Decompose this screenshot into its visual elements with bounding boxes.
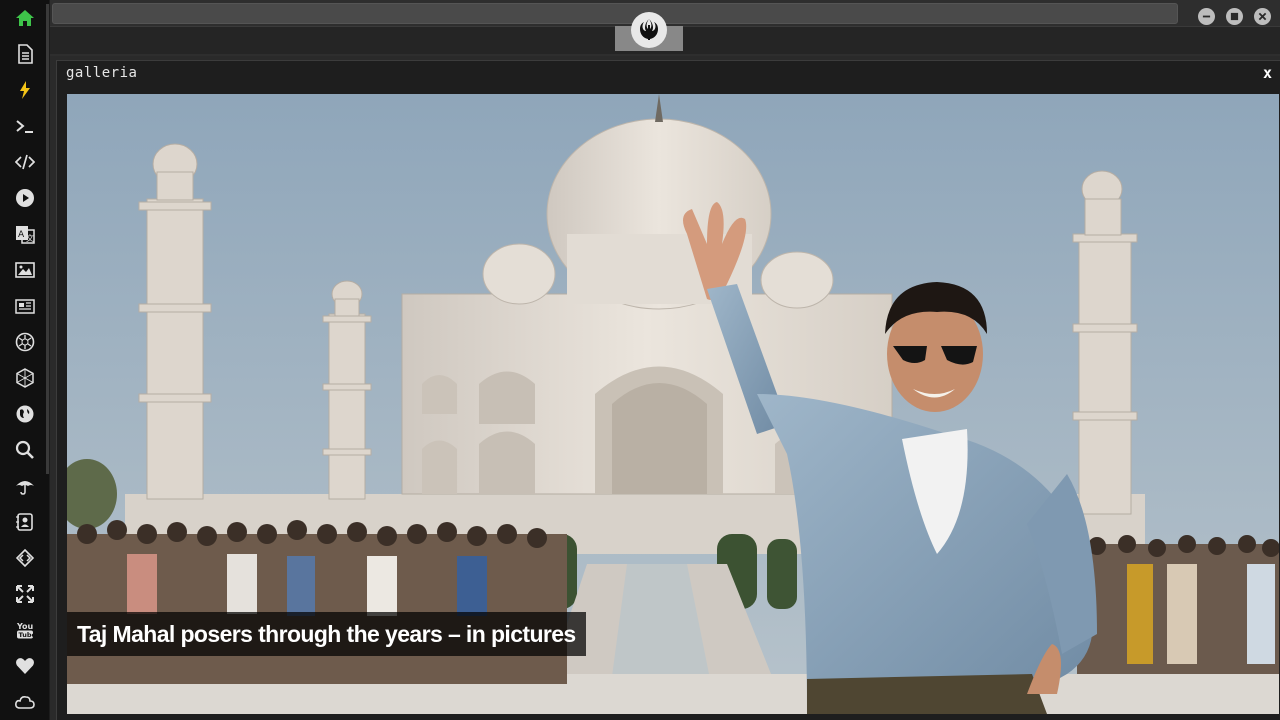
top-bar	[50, 0, 1280, 56]
expand-icon	[16, 585, 34, 603]
sidebar-item-search[interactable]	[13, 438, 37, 462]
sidebar-item-youtube[interactable]: You Tube	[13, 618, 37, 642]
caption-text: Taj Mahal posers through the years – in …	[77, 620, 576, 647]
svg-text:Tube: Tube	[19, 631, 36, 639]
maximize-button[interactable]	[1226, 8, 1243, 25]
sidebar-scrollbar[interactable]	[46, 4, 49, 474]
translate-icon: A文	[16, 226, 35, 244]
search-icon	[15, 440, 34, 459]
sidebar-item-image[interactable]	[13, 258, 37, 282]
image-icon	[15, 262, 35, 278]
hexagon-icon	[16, 368, 34, 388]
rebel-alliance-logo-icon	[631, 12, 667, 48]
terminal-icon	[16, 120, 33, 133]
sidebar-item-lightning[interactable]	[13, 78, 37, 102]
umbrella-icon	[16, 481, 34, 495]
sidebar-item-code[interactable]	[13, 150, 37, 174]
sidebar-item-newspaper[interactable]	[13, 294, 37, 318]
cloud-icon	[15, 696, 35, 709]
globe-icon	[16, 405, 34, 423]
newspaper-icon	[15, 299, 35, 314]
sidebar-item-hexagon[interactable]	[13, 366, 37, 390]
lightning-icon	[20, 81, 30, 99]
sidebar-item-globe[interactable]	[13, 402, 37, 426]
heart-icon	[16, 658, 34, 674]
svg-text:You: You	[16, 622, 34, 631]
svg-text:A: A	[18, 230, 25, 240]
sidebar-item-play[interactable]	[13, 186, 37, 210]
window-title: galleria	[66, 65, 138, 81]
close-window-button[interactable]	[1254, 8, 1271, 25]
aperture-icon	[15, 332, 35, 352]
sidebar-item-cloud[interactable]	[13, 690, 37, 714]
sidebar-item-code-diamond[interactable]	[13, 546, 37, 570]
sidebar-item-document[interactable]	[13, 42, 37, 66]
youtube-icon: YouTube	[16, 622, 36, 639]
sidebar-item-contact[interactable]	[13, 510, 37, 534]
sidebar-item-terminal[interactable]	[13, 114, 37, 138]
close-icon	[1258, 12, 1267, 21]
svg-text:文: 文	[26, 233, 34, 243]
sidebar-item-heart[interactable]	[13, 654, 37, 678]
gallery-photo[interactable]: Taj Mahal posers through the years – in …	[67, 94, 1279, 714]
galleria-window: galleria x Taj Mahal posers through the …	[56, 60, 1280, 720]
document-icon	[18, 44, 33, 64]
home-icon	[16, 10, 34, 26]
sidebar-item-aperture[interactable]	[13, 330, 37, 354]
contact-icon	[16, 513, 33, 531]
window-close-button[interactable]: x	[1263, 64, 1272, 82]
sidebar: A文 You Tube	[0, 0, 50, 720]
play-icon	[16, 189, 34, 207]
photo-caption: Taj Mahal posers through the years – in …	[67, 612, 586, 656]
code-icon	[15, 154, 35, 170]
sidebar-item-translate[interactable]: A文	[13, 222, 37, 246]
logo-tab[interactable]	[615, 12, 683, 51]
maximize-icon	[1230, 12, 1239, 21]
sidebar-item-home[interactable]	[13, 6, 37, 30]
code-diamond-icon	[15, 548, 35, 568]
minimize-icon	[1202, 15, 1211, 18]
sidebar-item-expand[interactable]	[13, 582, 37, 606]
sidebar-item-umbrella[interactable]	[13, 474, 37, 498]
address-bar[interactable]	[52, 3, 1178, 24]
minimize-button[interactable]	[1198, 8, 1215, 25]
